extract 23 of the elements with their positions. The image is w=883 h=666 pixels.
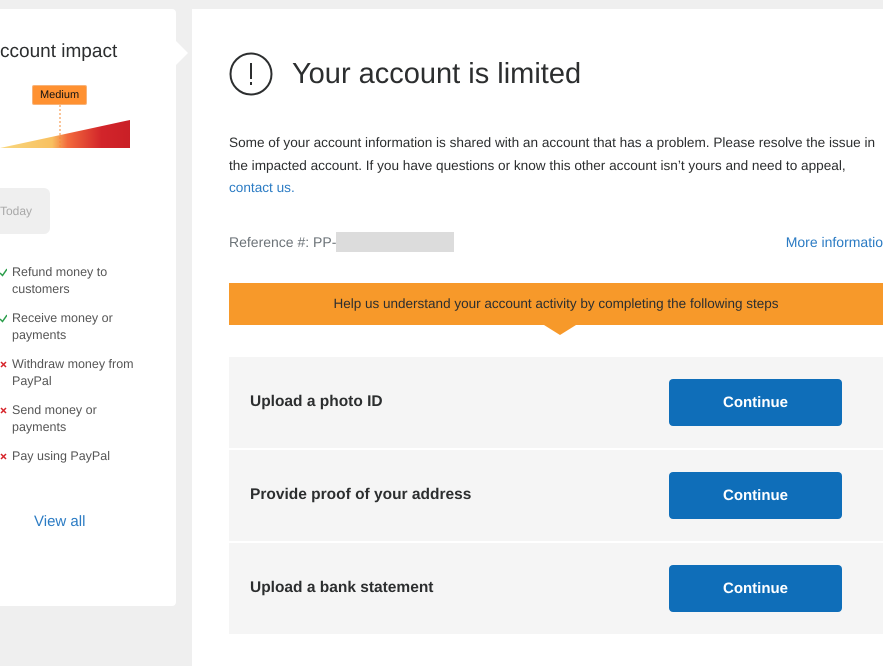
step-label: Upload a bank statement xyxy=(250,579,434,597)
more-information-link[interactable]: More informatio xyxy=(786,234,883,250)
contact-link[interactable]: contact us. xyxy=(229,180,295,195)
banner-pointer xyxy=(544,324,576,334)
view-all-link[interactable]: View all xyxy=(34,513,176,530)
continue-button[interactable]: Continue xyxy=(669,378,842,426)
continue-button[interactable]: Continue xyxy=(669,472,842,518)
message-text: Some of your account information is shared with an account that has a problem. Please resolve the issue in the impacted account. If you have questions or know this other account isn’t yours and need to appeal, contact us. xyxy=(229,134,876,197)
impact-level-badge: Medium xyxy=(32,85,88,105)
continue-button[interactable]: Continue xyxy=(669,564,842,612)
reference-label: Reference #: PP- xyxy=(229,234,336,250)
alert-icon xyxy=(229,52,273,96)
step-label: Upload a photo ID xyxy=(250,393,384,411)
today-label: Today xyxy=(0,188,50,234)
capability-text: Send money or payments xyxy=(12,402,98,436)
capability-text: Withdraw money from PayPal xyxy=(12,356,135,390)
card-title: ccount impact xyxy=(0,41,118,63)
page-title: Your account is limited xyxy=(292,58,582,90)
steps-banner: Help us understand your account activity by completing the following steps xyxy=(229,282,883,324)
capability-text: Pay using PayPal xyxy=(12,448,111,465)
step-label: Provide proof of your address xyxy=(250,486,472,504)
capability-text: Receive money or payments xyxy=(12,310,114,344)
capability-text: Refund money to customers xyxy=(12,264,108,298)
